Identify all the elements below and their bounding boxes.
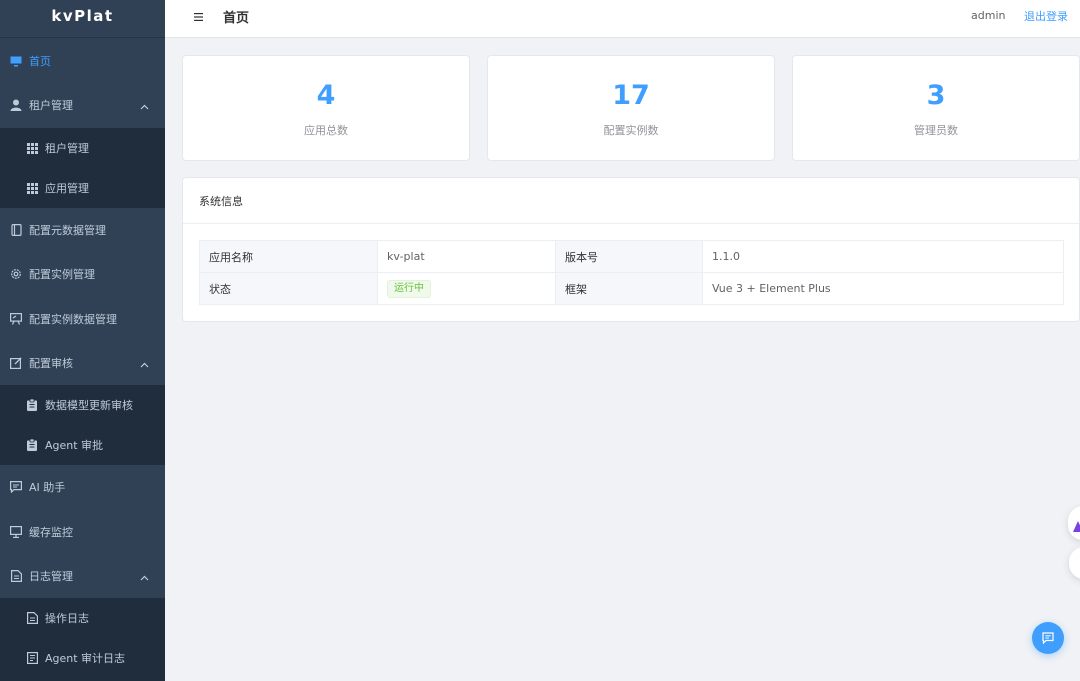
top-header: 首页 admin 退出登录 [165, 0, 1080, 38]
grid-icon [26, 142, 38, 154]
floating-widget-button[interactable] [1068, 506, 1080, 540]
document-icon [26, 612, 38, 624]
stat-card-apps: 4 应用总数 [182, 55, 470, 161]
stat-label: 管理员数 [914, 124, 958, 137]
system-info-title: 系统信息 [183, 178, 1079, 224]
table-value: 1.1.0 [702, 240, 1064, 273]
table-row: 状态 运行中 框架 Vue 3 + Element Plus [199, 272, 1064, 305]
document-list-icon [26, 652, 38, 664]
sidebar-item-log-group[interactable]: 日志管理 [0, 556, 165, 596]
sidebar-item-label: AI 助手 [29, 481, 66, 494]
app-root: kvPlat 首页 租户管理 租户管理 应用管理 配置元数据管理 配置实例管理 … [0, 0, 1080, 681]
chevron-up-icon [140, 358, 149, 371]
system-info-table: 应用名称 kv-plat 版本号 1.1.0 状态 运行中 框架 Vue 3 +… [199, 240, 1064, 305]
sidebar-item-ai-assistant[interactable]: AI 助手 [0, 467, 165, 507]
stat-label: 配置实例数 [603, 124, 659, 137]
sidebar-item-label: 应用管理 [45, 182, 89, 195]
table-value: Vue 3 + Element Plus [702, 272, 1064, 305]
table-label: 应用名称 [199, 240, 378, 273]
sidebar-item-label: 操作日志 [45, 612, 89, 625]
sidebar-item-label: 配置实例管理 [29, 268, 95, 281]
sidebar-item-tenant[interactable]: 租户管理 [0, 128, 165, 168]
sidebar-item-label: Agent 审计日志 [45, 652, 126, 665]
stat-card-instances: 17 配置实例数 [487, 55, 775, 161]
sidebar: kvPlat 首页 租户管理 租户管理 应用管理 配置元数据管理 配置实例管理 … [0, 0, 165, 681]
table-label: 状态 [199, 272, 378, 305]
table-row: 应用名称 kv-plat 版本号 1.1.0 [199, 240, 1064, 273]
sidebar-item-config-instance-data[interactable]: 配置实例数据管理 [0, 299, 165, 339]
sidebar-item-agent-audit-log[interactable]: Agent 审计日志 [0, 638, 165, 678]
edit-icon [10, 357, 22, 369]
stat-value: 17 [612, 80, 650, 111]
page-title: 首页 [223, 11, 250, 26]
status-badge: 运行中 [387, 279, 431, 298]
hamburger-icon[interactable] [193, 9, 205, 23]
table-label: 版本号 [555, 240, 703, 273]
sidebar-item-home[interactable]: 首页 [0, 41, 165, 81]
triangle-logo-icon [1073, 517, 1080, 536]
stat-value: 4 [316, 80, 336, 111]
sidebar-item-config-review[interactable]: 配置审核 [0, 343, 165, 383]
sidebar-item-label: 配置审核 [29, 357, 73, 370]
sidebar-item-cache-monitor[interactable]: 缓存监控 [0, 512, 165, 552]
table-value: kv-plat [377, 240, 556, 273]
stat-card-admins: 3 管理员数 [792, 55, 1080, 161]
chat-icon [10, 481, 22, 493]
chat-float-button[interactable] [1032, 622, 1064, 654]
sidebar-item-label: 数据模型更新审核 [45, 399, 133, 412]
sidebar-item-label: Agent 审批 [45, 439, 104, 452]
username-label: admin [971, 9, 1006, 22]
sidebar-item-label: 租户管理 [45, 142, 89, 155]
sidebar-item-config-metadata[interactable]: 配置元数据管理 [0, 210, 165, 250]
sidebar-item-label: 租户管理 [29, 99, 73, 112]
clipboard-icon [26, 439, 38, 451]
system-info-card: 系统信息 应用名称 kv-plat 版本号 1.1.0 状态 运行中 框架 Vu… [182, 177, 1080, 322]
chat-icon [1042, 632, 1054, 644]
sidebar-item-model-review[interactable]: 数据模型更新审核 [0, 385, 165, 425]
sidebar-item-config-instance[interactable]: 配置实例管理 [0, 254, 165, 294]
sidebar-item-label: 首页 [29, 55, 51, 68]
floating-widget-button-2[interactable] [1069, 547, 1080, 579]
sidebar-item-operation-log[interactable]: 操作日志 [0, 598, 165, 638]
table-label: 框架 [555, 272, 703, 305]
table-value-cell: 运行中 [377, 272, 556, 305]
monitor-icon [10, 55, 22, 67]
logout-link[interactable]: 退出登录 [1024, 8, 1068, 24]
user-icon [10, 99, 22, 111]
document-icon [10, 570, 22, 582]
sidebar-item-label: 日志管理 [29, 570, 73, 583]
monitor-icon [10, 526, 22, 538]
chevron-up-icon [140, 100, 149, 113]
chevron-up-icon [140, 571, 149, 584]
gear-icon [10, 268, 22, 280]
sidebar-item-label: 配置元数据管理 [29, 224, 106, 237]
presentation-icon [10, 313, 22, 325]
sidebar-item-agent-approval[interactable]: Agent 审批 [0, 425, 165, 465]
notebook-icon [10, 224, 22, 236]
stat-label: 应用总数 [304, 124, 348, 137]
sidebar-item-apps[interactable]: 应用管理 [0, 168, 165, 208]
sidebar-item-label: 配置实例数据管理 [29, 313, 117, 326]
app-logo: kvPlat [0, 0, 165, 38]
grid-icon [26, 182, 38, 194]
stat-value: 3 [926, 80, 946, 111]
clipboard-icon [26, 399, 38, 411]
sidebar-item-label: 缓存监控 [29, 526, 73, 539]
sidebar-item-tenant-group[interactable]: 租户管理 [0, 85, 165, 125]
